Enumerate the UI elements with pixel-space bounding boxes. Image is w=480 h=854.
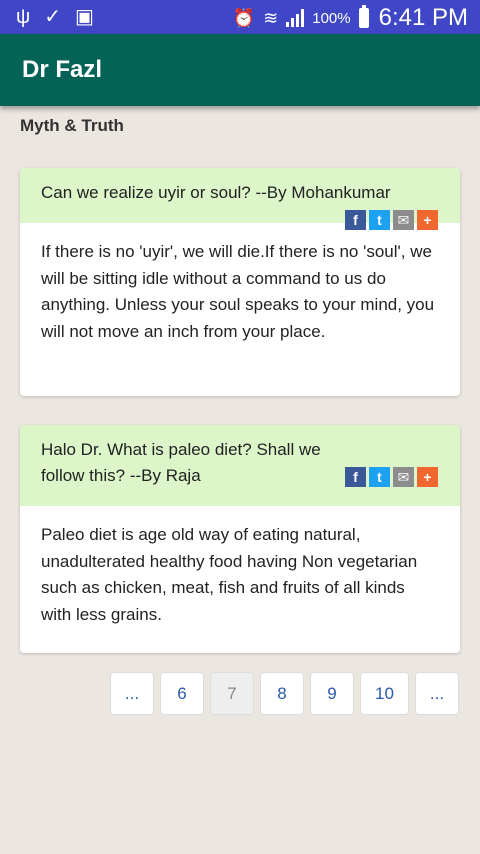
email-share-icon[interactable]: ✉: [393, 210, 414, 230]
post-question-header: Halo Dr. What is paleo diet? Shall we fo…: [20, 425, 460, 506]
twitter-share-icon[interactable]: t: [369, 210, 390, 230]
wifi-icon: ≋: [263, 7, 279, 28]
clock: 6:41 PM: [378, 4, 468, 31]
post-card[interactable]: Can we realize uyir or soul? --By Mohank…: [20, 168, 460, 396]
pagination: ... 6 7 8 9 10 ...: [110, 672, 459, 715]
page-6[interactable]: 6: [160, 672, 204, 715]
post-answer: Paleo diet is age old way of eating natu…: [41, 525, 418, 624]
check-icon: ✓: [44, 6, 62, 28]
email-share-icon[interactable]: ✉: [393, 467, 414, 487]
facebook-share-icon[interactable]: f: [345, 210, 366, 230]
share-buttons: f t ✉ +: [345, 210, 438, 230]
battery-icon: [358, 5, 369, 28]
section-title: Myth & Truth: [20, 116, 124, 135]
page-10[interactable]: 10: [360, 672, 409, 715]
usb-icon: ψ: [16, 6, 31, 28]
page-7-current: 7: [210, 672, 254, 715]
more-share-icon[interactable]: +: [417, 210, 438, 230]
battery-percent: 100%: [312, 9, 351, 27]
more-share-icon[interactable]: +: [417, 467, 438, 487]
facebook-share-icon[interactable]: f: [345, 467, 366, 487]
post-question: Can we realize uyir or soul? --By Mohank…: [41, 183, 391, 202]
page-9[interactable]: 9: [310, 672, 354, 715]
image-icon: ▣: [75, 6, 94, 28]
signal-icon: [286, 9, 305, 27]
post-card[interactable]: Halo Dr. What is paleo diet? Shall we fo…: [20, 425, 460, 653]
post-answer: If there is no 'uyir', we will die.If th…: [41, 242, 435, 341]
status-bar: ψ ✓ ▣ ⏰ ≋ 100% 6:41 PM: [0, 0, 480, 34]
app-bar: Dr Fazl: [0, 34, 480, 106]
page-8[interactable]: 8: [260, 672, 304, 715]
status-left-icons: ψ ✓ ▣: [16, 6, 94, 28]
app-title: Dr Fazl: [22, 56, 103, 83]
share-buttons: f t ✉ +: [345, 467, 438, 487]
status-right: ⏰ ≋ 100% 6:41 PM: [233, 4, 468, 32]
twitter-share-icon[interactable]: t: [369, 467, 390, 487]
page-next-ellipsis[interactable]: ...: [415, 672, 459, 715]
alarm-icon: ⏰: [232, 7, 256, 28]
post-question-header: Can we realize uyir or soul? --By Mohank…: [20, 168, 460, 230]
page-prev-ellipsis[interactable]: ...: [110, 672, 154, 715]
